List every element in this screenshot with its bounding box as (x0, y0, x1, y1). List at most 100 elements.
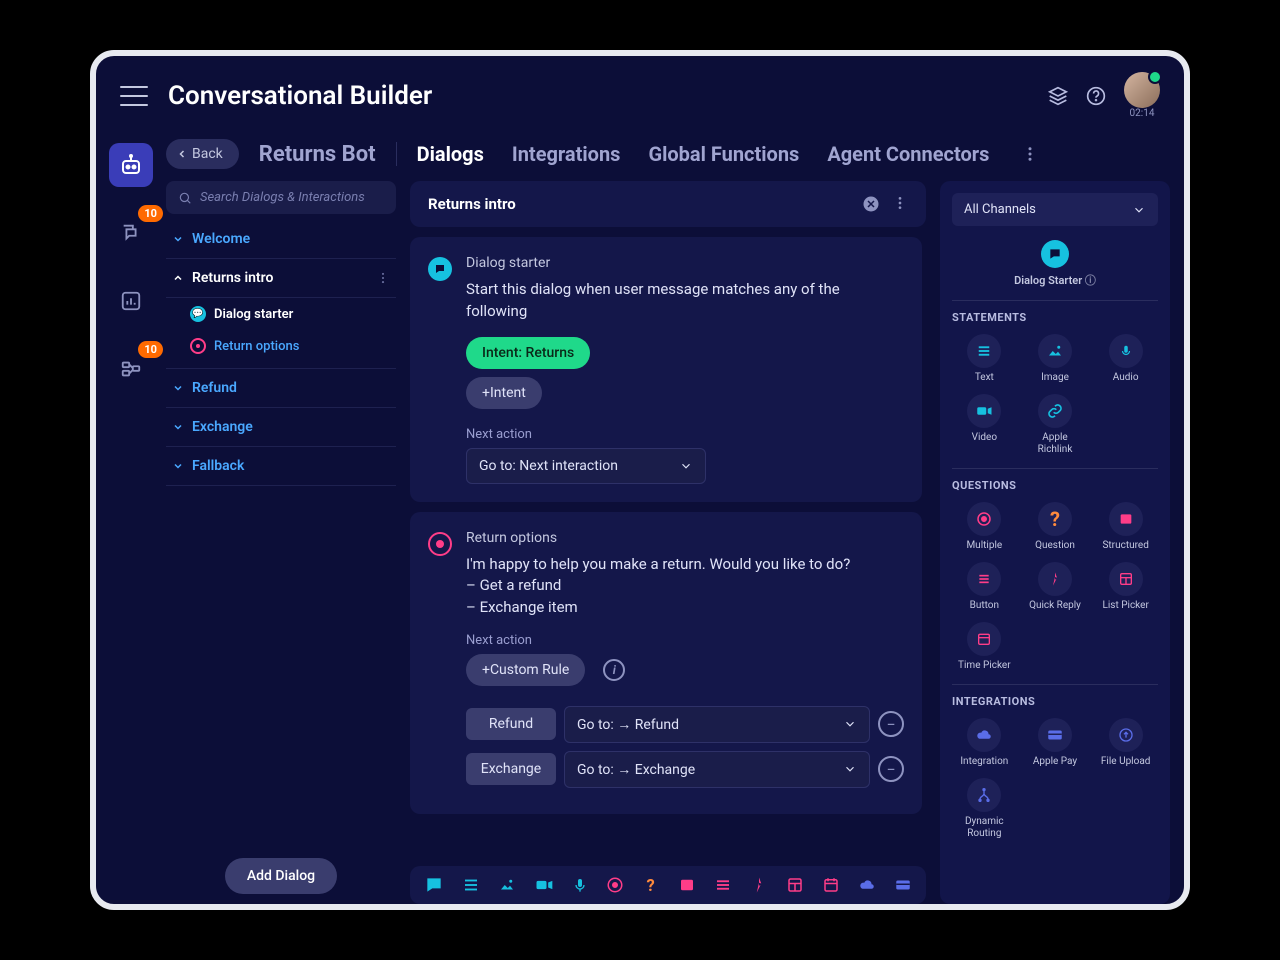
rule-exchange-label[interactable]: Exchange (466, 753, 556, 785)
card1-desc: Start this dialog when user message matc… (466, 279, 904, 323)
dialog-more-icon[interactable] (892, 195, 908, 213)
center-panel: Returns intro (410, 181, 926, 904)
tool-apple-pay[interactable]: Apple Pay (1023, 716, 1088, 770)
tab-integrations[interactable]: Integrations (512, 142, 621, 166)
dialog-starter-tool[interactable]: Dialog Starter ⓘ (952, 240, 1158, 288)
back-label: Back (192, 146, 223, 162)
tb-listpicker-icon[interactable] (786, 874, 804, 896)
nav-chat-icon[interactable]: 10 (109, 211, 153, 255)
tool-image[interactable]: Image (1023, 332, 1088, 386)
tool-palette: All Channels Dialog Starter ⓘ STATEMENTS… (940, 181, 1170, 904)
help-icon[interactable] (1086, 86, 1106, 106)
intent-chip[interactable]: Intent: Returns (466, 337, 590, 369)
add-intent-button[interactable]: +Intent (466, 377, 542, 409)
search-icon (178, 191, 192, 205)
rule-exchange-select[interactable]: Go to: → Exchange (564, 751, 870, 788)
card2-title: Return options (466, 530, 904, 546)
chevron-down-icon (172, 382, 184, 394)
tb-button-icon[interactable] (714, 874, 732, 896)
tree-welcome[interactable]: Welcome (166, 220, 396, 259)
tool-question[interactable]: ?Question (1023, 500, 1088, 554)
nav-bot-icon[interactable] (109, 143, 153, 187)
custom-rule-button[interactable]: +Custom Rule (466, 654, 585, 686)
remove-rule-icon[interactable]: − (878, 756, 904, 782)
tool-dynamic-routing[interactable]: Dynamic Routing (952, 776, 1017, 842)
next-action-label-2: Next action (466, 633, 904, 648)
tree-returns-intro[interactable]: Returns intro (166, 259, 396, 298)
next-action-select[interactable]: Go to: Next interaction (466, 448, 706, 484)
chevron-down-icon (843, 762, 857, 776)
chevron-down-icon (1132, 203, 1146, 217)
tb-video-icon[interactable] (534, 874, 554, 896)
tool-apple-richlink[interactable]: Apple Richlink (1023, 392, 1088, 458)
hamburger-icon[interactable] (120, 86, 148, 106)
section-statements: STATEMENTS (952, 300, 1158, 324)
target-icon (428, 532, 452, 556)
info-icon[interactable]: i (603, 659, 625, 681)
tb-integration-icon[interactable] (858, 874, 876, 896)
chevron-down-icon (172, 233, 184, 245)
remove-rule-icon[interactable]: − (878, 711, 904, 737)
chevron-down-icon (679, 459, 693, 473)
tool-text[interactable]: Text (952, 332, 1017, 386)
tb-question-icon[interactable]: ? (642, 874, 660, 896)
session-timer: 02:14 (1124, 108, 1160, 119)
more-menu-icon[interactable] (1021, 145, 1039, 163)
tool-file-upload[interactable]: File Upload (1093, 716, 1158, 770)
tool-time-picker[interactable]: Time Picker (952, 620, 1017, 674)
avatar[interactable] (1124, 72, 1160, 108)
nav-analytics-icon[interactable] (109, 279, 153, 323)
dialog-header-panel: Returns intro (410, 181, 926, 227)
dialog-starter-icon: 💬 (190, 306, 206, 322)
tb-timepicker-icon[interactable] (822, 874, 840, 896)
tree-return-options[interactable]: Return options (166, 330, 396, 362)
back-button[interactable]: Back (166, 139, 239, 169)
tab-agent-connectors[interactable]: Agent Connectors (827, 142, 989, 166)
tool-multiple[interactable]: Multiple (952, 500, 1017, 554)
tool-video[interactable]: Video (952, 392, 1017, 458)
chat-badge: 10 (138, 205, 163, 222)
channel-select[interactable]: All Channels (952, 193, 1158, 226)
tool-audio[interactable]: Audio (1093, 332, 1158, 386)
tb-structured-icon[interactable] (678, 874, 696, 896)
chevron-down-icon (843, 717, 857, 731)
left-nav: 10 10 (96, 135, 166, 904)
tree-item-more-icon[interactable] (376, 271, 390, 285)
tb-multiple-icon[interactable] (606, 874, 624, 896)
tab-global-functions[interactable]: Global Functions (648, 142, 799, 166)
tool-integration[interactable]: Integration (952, 716, 1017, 770)
dialog-title: Returns intro (428, 195, 516, 213)
search-input[interactable] (166, 181, 396, 214)
divider (396, 142, 397, 166)
tool-structured[interactable]: Structured (1093, 500, 1158, 554)
tool-quick-reply[interactable]: Quick Reply (1023, 560, 1088, 614)
tool-list-picker[interactable]: List Picker (1093, 560, 1158, 614)
tree-fallback[interactable]: Fallback (166, 447, 396, 486)
card-dialog-starter[interactable]: Dialog starter Start this dialog when us… (410, 237, 922, 502)
chevron-down-icon (172, 421, 184, 433)
chevron-down-icon (172, 460, 184, 472)
tool-button[interactable]: Button (952, 560, 1017, 614)
tb-audio-icon[interactable] (572, 874, 588, 896)
tb-quickreply-icon[interactable] (750, 874, 768, 896)
search-field[interactable] (200, 190, 384, 205)
dialog-tree: Welcome Returns intro 💬 Dialog starter (166, 220, 396, 848)
tb-image-icon[interactable] (498, 874, 516, 896)
chevron-left-icon (176, 148, 188, 160)
card-return-options[interactable]: Return options I'm happy to help you mak… (410, 512, 922, 814)
layers-icon[interactable] (1048, 86, 1068, 106)
nav-flow-icon[interactable]: 10 (109, 347, 153, 391)
tree-refund[interactable]: Refund (166, 369, 396, 408)
tab-dialogs[interactable]: Dialogs (417, 142, 484, 166)
dialog-sidebar: Welcome Returns intro 💬 Dialog starter (166, 181, 396, 904)
tb-text-icon[interactable] (462, 874, 480, 896)
tb-applepay-icon[interactable] (894, 874, 912, 896)
rule-refund-select[interactable]: Go to: → Refund (564, 706, 870, 743)
add-dialog-button[interactable]: Add Dialog (225, 858, 337, 894)
tb-chat-icon[interactable] (424, 874, 444, 896)
tree-exchange[interactable]: Exchange (166, 408, 396, 447)
close-dialog-icon[interactable] (862, 195, 880, 213)
rule-refund-label[interactable]: Refund (466, 708, 556, 740)
chat-bubble-icon (428, 257, 452, 281)
tree-dialog-starter[interactable]: 💬 Dialog starter (166, 298, 396, 330)
